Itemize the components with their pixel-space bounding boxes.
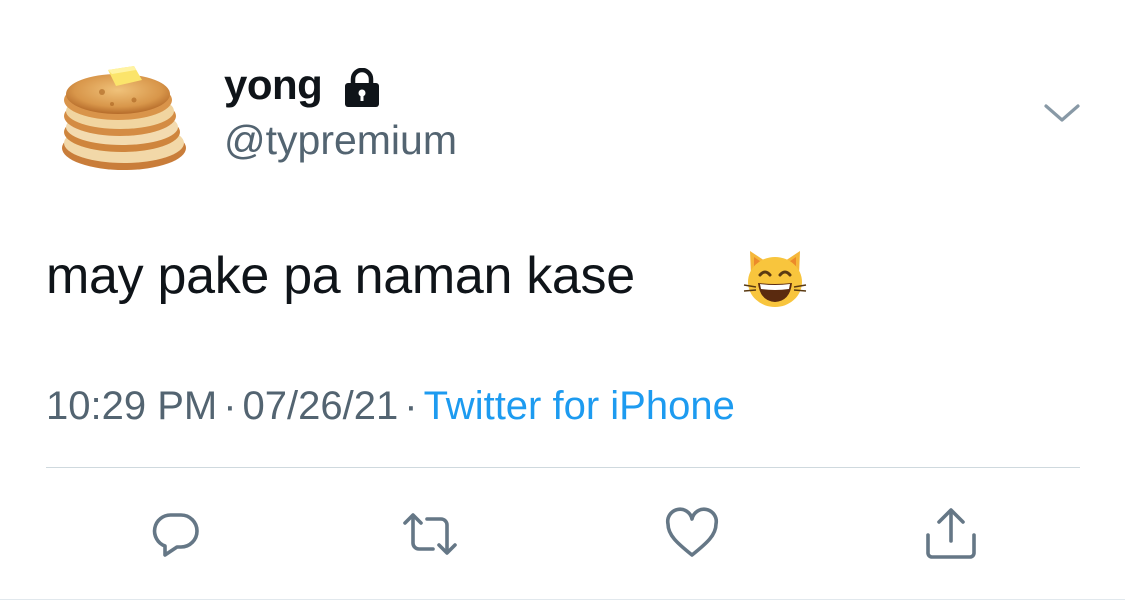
user-handle[interactable]: @typremium bbox=[224, 120, 457, 161]
tweet-date: 07/26/21 bbox=[242, 384, 399, 428]
chevron-down-icon[interactable] bbox=[1040, 98, 1084, 128]
heart-icon bbox=[665, 507, 719, 557]
grinning-cat-emoji bbox=[742, 245, 808, 311]
retweet-button[interactable] bbox=[401, 505, 459, 563]
tweet-source-link[interactable]: Twitter for iPhone bbox=[424, 384, 735, 428]
bottom-divider bbox=[0, 599, 1125, 600]
divider bbox=[46, 467, 1080, 468]
reply-icon bbox=[152, 513, 199, 557]
lock-icon bbox=[341, 68, 383, 108]
separator: · bbox=[404, 384, 418, 428]
separator: · bbox=[223, 384, 237, 428]
tweet-time: 10:29 PM bbox=[46, 384, 218, 428]
tweet-text: may pake pa naman kase bbox=[46, 247, 635, 305]
share-icon bbox=[926, 508, 976, 559]
display-name[interactable]: yong bbox=[224, 64, 323, 106]
pancake-stack-avatar bbox=[62, 66, 186, 170]
share-button[interactable] bbox=[922, 505, 980, 563]
tweet-metadata: 10:29 PM · 07/26/21 · Twitter for iPhone bbox=[46, 386, 735, 426]
like-button[interactable] bbox=[663, 505, 721, 563]
avatar[interactable] bbox=[52, 48, 192, 178]
reply-button[interactable] bbox=[147, 505, 205, 563]
retweet-icon bbox=[403, 513, 457, 555]
